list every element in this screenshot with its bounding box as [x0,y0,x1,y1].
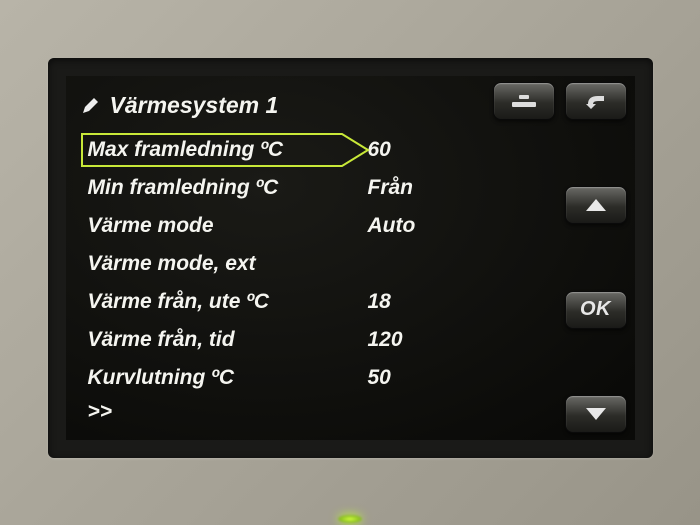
setting-label: Kurvlutning ºC [88,366,368,390]
help-icon [510,90,538,112]
setting-label: Min framledning ºC [88,176,368,200]
power-led [338,515,362,523]
down-button-row [487,395,627,433]
device-bezel: Värmesystem 1 Max framledning ºC 60 Min … [48,58,653,458]
arrow-down-icon [582,403,610,425]
setting-label: Värme från, ute ºC [88,290,368,314]
back-icon [582,90,610,112]
up-button-row [487,186,627,224]
setting-label: Värme från, tid [88,328,368,352]
setting-value: 120 [368,328,403,352]
setting-label: Värme mode [88,214,368,238]
setting-value: 60 [368,138,391,162]
setting-value: Auto [368,214,416,238]
setting-value: Från [368,176,414,200]
ok-button[interactable]: OK [565,291,627,329]
arrow-up-icon [582,194,610,216]
setting-value: 18 [368,290,391,314]
hardware-buttons: OK [487,82,627,434]
lcd-screen: Värmesystem 1 Max framledning ºC 60 Min … [66,76,635,440]
setting-value: 50 [368,366,391,390]
help-button[interactable] [493,82,555,120]
setting-label: Värme mode, ext [88,252,368,276]
top-button-row [487,82,627,120]
ok-button-row: OK [487,291,627,329]
down-button[interactable] [565,395,627,433]
edit-icon [80,96,100,116]
up-button[interactable] [565,186,627,224]
setting-label: Max framledning ºC [88,138,368,162]
ok-label: OK [580,298,611,321]
back-button[interactable] [565,82,627,120]
